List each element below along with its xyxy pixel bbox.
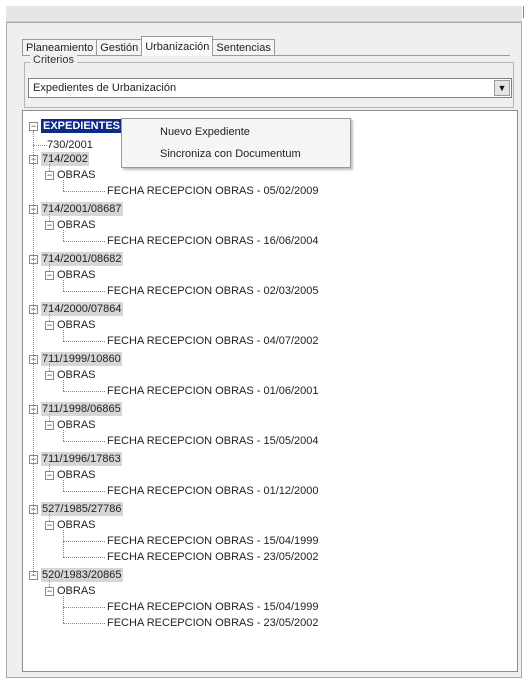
tab-strip: Planeamiento Gestión Urbanización Senten… bbox=[22, 36, 275, 56]
tree-expediente[interactable]: 711/1996/17863 bbox=[41, 452, 122, 466]
tree-expediente[interactable]: 714/2000/07864 bbox=[41, 302, 123, 316]
tree-expediente[interactable]: 714/2001/08687 bbox=[41, 202, 123, 216]
tree-date[interactable]: FECHA RECEPCION OBRAS - 16/06/2004 bbox=[107, 234, 319, 248]
tree-date[interactable]: FECHA RECEPCION OBRAS - 15/05/2004 bbox=[107, 434, 319, 448]
tree-connector bbox=[63, 180, 64, 191]
criterios-legend: Criterios bbox=[30, 54, 77, 66]
tree-date[interactable]: FECHA RECEPCION OBRAS - 01/06/2001 bbox=[107, 384, 319, 398]
tree-connector bbox=[63, 441, 105, 442]
tree-connector bbox=[63, 607, 105, 608]
tree-expediente[interactable]: 527/1985/27786 bbox=[41, 502, 123, 516]
tab-sentencias[interactable]: Sentencias bbox=[212, 39, 275, 56]
minus-box-icon[interactable]: − bbox=[45, 271, 54, 280]
tree-connector bbox=[63, 557, 105, 558]
minus-box-icon[interactable]: − bbox=[29, 122, 38, 131]
minus-box-icon[interactable]: − bbox=[45, 521, 54, 530]
tree-connector bbox=[63, 530, 64, 557]
tree-connector bbox=[63, 341, 105, 342]
tree-connector bbox=[63, 491, 105, 492]
tab-underline bbox=[22, 55, 510, 56]
chevron-down-icon[interactable]: ▼ bbox=[494, 80, 510, 96]
minus-box-icon[interactable]: − bbox=[45, 321, 54, 330]
tree-date[interactable]: FECHA RECEPCION OBRAS - 23/05/2002 bbox=[107, 616, 319, 630]
tab-urbanizacion[interactable]: Urbanización bbox=[141, 36, 214, 56]
tree-connector bbox=[63, 380, 64, 391]
tree-date[interactable]: FECHA RECEPCION OBRAS - 02/03/2005 bbox=[107, 284, 319, 298]
tree-connector bbox=[63, 623, 105, 624]
tree-expediente[interactable]: 714/2001/08682 bbox=[41, 252, 123, 266]
menu-item-sincroniza[interactable]: Sincroniza con Documentum bbox=[160, 148, 301, 160]
tree-expediente[interactable]: 711/1998/06865 bbox=[41, 402, 122, 416]
tree-connector bbox=[63, 430, 64, 441]
tree-connector bbox=[63, 391, 105, 392]
panel-titlebar bbox=[6, 6, 522, 22]
tree-expediente[interactable]: 711/1999/10860 bbox=[41, 352, 122, 366]
minus-box-icon[interactable]: − bbox=[45, 587, 54, 596]
tree-item-730-2001[interactable]: 730/2001 bbox=[47, 138, 93, 152]
tree-connector bbox=[63, 330, 64, 341]
context-menu: Nuevo Expediente Sincroniza con Document… bbox=[121, 118, 351, 168]
criteria-select-value: Expedientes de Urbanización bbox=[33, 82, 177, 94]
minus-box-icon[interactable]: − bbox=[45, 221, 54, 230]
tree-connector bbox=[63, 541, 105, 542]
tree-connector bbox=[33, 131, 34, 575]
minus-box-icon[interactable]: − bbox=[45, 171, 54, 180]
tree-connector bbox=[63, 596, 64, 623]
tree-connector bbox=[63, 280, 64, 291]
expedientes-tree[interactable]: − EXPEDIENTES 730/2001−714/2002− OBRAS FECHA… bbox=[22, 110, 518, 672]
tree-root-expedientes[interactable]: EXPEDIENTES bbox=[41, 119, 123, 133]
tree-date[interactable]: FECHA RECEPCION OBRAS - 05/02/2009 bbox=[107, 184, 319, 198]
minus-box-icon[interactable]: − bbox=[45, 421, 54, 430]
menu-item-nuevo-expediente[interactable]: Nuevo Expediente bbox=[160, 126, 250, 138]
tree-expediente[interactable]: 520/1983/20865 bbox=[41, 568, 123, 582]
tree-date[interactable]: FECHA RECEPCION OBRAS - 01/12/2000 bbox=[107, 484, 319, 498]
tree-connector bbox=[63, 241, 105, 242]
criteria-select[interactable]: Expedientes de Urbanización ▼ bbox=[28, 78, 512, 98]
tree-date[interactable]: FECHA RECEPCION OBRAS - 04/07/2002 bbox=[107, 334, 319, 348]
tree-date[interactable]: FECHA RECEPCION OBRAS - 23/05/2002 bbox=[107, 550, 319, 564]
tree-connector bbox=[63, 191, 105, 192]
tree-connector bbox=[63, 230, 64, 241]
tree-connector bbox=[63, 480, 64, 491]
window-edge bbox=[523, 6, 528, 18]
minus-box-icon[interactable]: − bbox=[45, 371, 54, 380]
tab-gestion[interactable]: Gestión bbox=[96, 39, 143, 56]
tree-connector bbox=[63, 291, 105, 292]
tree-date[interactable]: FECHA RECEPCION OBRAS - 15/04/1999 bbox=[107, 534, 319, 548]
minus-box-icon[interactable]: − bbox=[45, 471, 54, 480]
tree-date[interactable]: FECHA RECEPCION OBRAS - 15/04/1999 bbox=[107, 600, 319, 614]
tree-connector bbox=[33, 145, 47, 146]
